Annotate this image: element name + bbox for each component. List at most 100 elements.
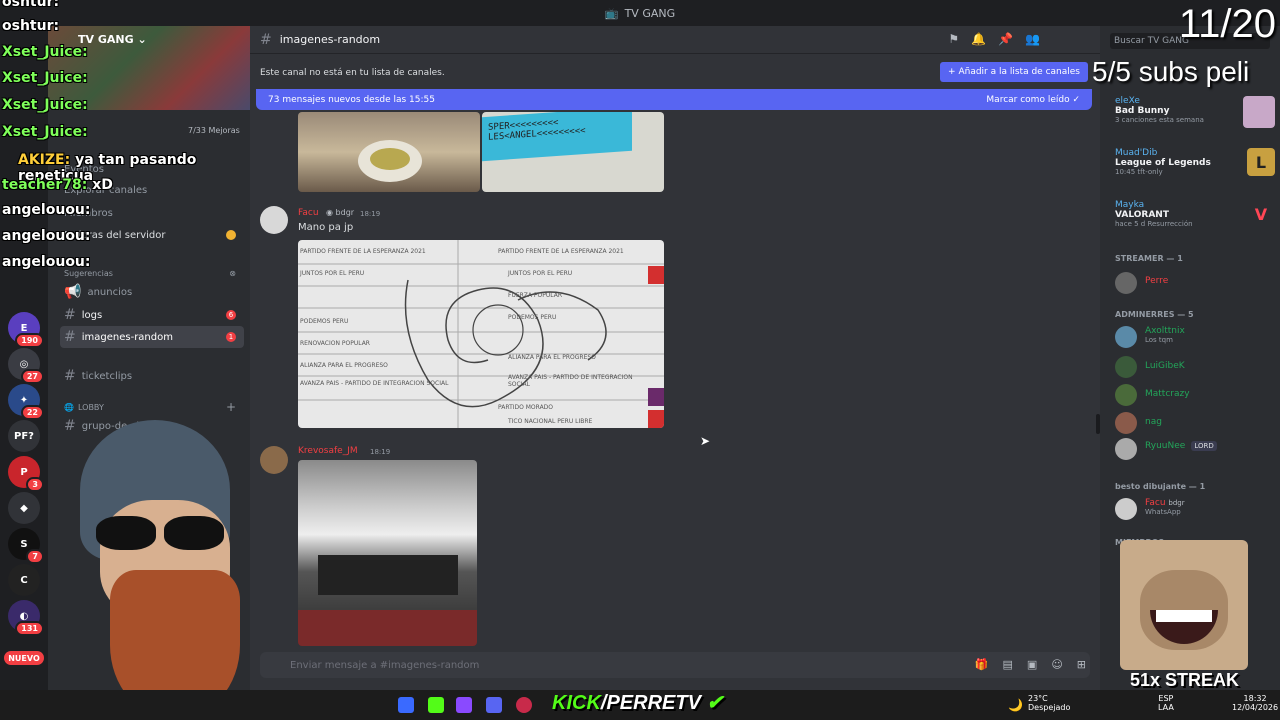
server-icon-8[interactable]: C — [8, 564, 40, 596]
sticker-icon[interactable]: ▣ — [1027, 658, 1037, 671]
sunglasses-image — [96, 516, 156, 550]
message-image[interactable] — [298, 112, 480, 192]
avatar — [1115, 412, 1137, 434]
hash-icon: # — [260, 31, 272, 48]
moon-icon: 🌙 — [1008, 698, 1023, 712]
valorant-icon: V — [1254, 204, 1268, 224]
server-icon-2[interactable]: ◎ 27 — [8, 348, 44, 384]
input-actions: 🎁 ▤ ▣ ☺ ⊞ — [975, 658, 1086, 671]
message-image-id[interactable]: SPER<<<<<<<<< LES<ANGEL<<<<<<<<< — [482, 112, 664, 192]
hash-icon: # — [64, 368, 76, 384]
avatar — [1115, 438, 1137, 460]
add-channel-button[interactable]: + Añadir a la lista de canales — [940, 62, 1088, 82]
server-icon-3[interactable]: ✦ 22 — [8, 384, 44, 420]
message-time: 18:19 — [370, 448, 391, 456]
ballot-image[interactable]: PARTIDO FRENTE DE LA ESPERANZA 2021 JUNT… — [298, 240, 664, 428]
avatar — [1115, 326, 1137, 348]
server-icon-1[interactable]: E 190 — [8, 312, 44, 348]
verified-icon: ✔ — [706, 692, 724, 714]
ballot-drawing — [298, 240, 664, 428]
album-art — [1243, 96, 1275, 128]
member-artist[interactable]: Facu bdgr WhatsApp — [1115, 498, 1275, 520]
league-icon: L — [1247, 148, 1275, 176]
window-title: TV GANG — [624, 6, 676, 20]
chat-line: Xset_Juice: — [2, 97, 88, 113]
user-tag: ◉ bdgr — [326, 208, 355, 217]
chat-line: angelouou: — [2, 202, 91, 218]
server-icon-5[interactable]: P3 — [8, 456, 44, 492]
webcam-overlay — [40, 420, 290, 720]
apps-icon[interactable]: ⊞ — [1077, 658, 1086, 671]
threads-icon[interactable]: ⚑ — [948, 32, 959, 46]
photo-image[interactable] — [298, 460, 477, 646]
server-icon-7[interactable]: S7 — [8, 528, 44, 564]
gift-icon[interactable]: 🎁 — [975, 658, 989, 671]
tv-icon: 📺 — [604, 6, 619, 20]
member-streamer[interactable]: Perre — [1115, 272, 1275, 294]
plus-icon[interactable]: + — [226, 400, 236, 414]
discord-icon[interactable] — [486, 697, 502, 713]
member-activity-1[interactable]: eleXe Bad Bunny 3 canciones esta semana — [1115, 96, 1275, 128]
role-tag: LORD — [1191, 441, 1217, 451]
kick-overlay: KICK/PERRETV ✔ — [552, 692, 724, 714]
server-icon-6[interactable]: ◆ — [8, 492, 40, 524]
message-text: Mano pa jp — [298, 222, 354, 233]
emoji-icon[interactable]: ☺ — [1051, 658, 1062, 671]
photo-floor — [298, 610, 477, 646]
hash-icon: # — [64, 307, 76, 323]
member-admin[interactable]: RyuuNee LORD — [1115, 438, 1275, 460]
avatar — [1115, 272, 1137, 294]
chat-line: angelouou: — [2, 254, 91, 270]
streak-overlay: 51x STREAK — [1130, 670, 1240, 690]
gif-icon[interactable]: ▤ — [1003, 658, 1013, 671]
weather[interactable]: 23°C Despejado — [1028, 694, 1070, 712]
chat-line: oshtur: — [2, 0, 60, 10]
server-icon-pf[interactable]: PF? — [8, 420, 40, 452]
chat-line: Xset_Juice: — [2, 124, 88, 140]
app-icon[interactable] — [428, 697, 444, 713]
header-actions: ⚑ 🔔 📌 👥 — [948, 32, 1040, 46]
goal-counter: 11/20 — [1178, 2, 1276, 46]
message-author[interactable]: Krevosafe_JM — [298, 446, 358, 456]
hash-icon: # — [64, 329, 76, 345]
mark-read-button[interactable]: Marcar como leído ✓ — [986, 95, 1080, 105]
start-icon[interactable] — [398, 697, 414, 713]
member-activity-3[interactable]: Mayka VALORANT hace 5 d Resurrección V — [1115, 200, 1275, 228]
mouse-cursor: ➤ — [700, 434, 711, 448]
channel-logs[interactable]: # logs 6 — [60, 304, 244, 326]
reaction-face-image — [1120, 540, 1248, 670]
app-icon[interactable] — [516, 697, 532, 713]
announcement-icon: 📢 — [64, 284, 82, 300]
chat-area: # imagenes-random ⚑ 🔔 📌 👥 Este canal no … — [250, 26, 1100, 690]
avatar[interactable] — [260, 206, 288, 234]
soup-image — [370, 148, 410, 170]
new-badge: NUEVO — [4, 651, 44, 665]
subs-goal: 5/5 subs peli — [1092, 56, 1250, 87]
chat-line: Xset_Juice: — [2, 70, 88, 86]
admin-header: ADMINERRES — 5 — [1115, 310, 1194, 319]
server-icon-9[interactable]: ◐ 131 — [8, 600, 44, 636]
clock[interactable]: 18:32 12/04/2026 — [1232, 694, 1278, 712]
avatar — [1115, 356, 1137, 378]
photo-building — [318, 555, 458, 595]
pin-icon[interactable]: 📌 — [998, 32, 1013, 46]
globe-icon: 🌐 — [64, 402, 74, 412]
member-admin[interactable]: Axolttnix Los tqm — [1115, 326, 1275, 348]
app-icon[interactable] — [456, 697, 472, 713]
chat-line: teacher78: xD — [2, 177, 113, 193]
member-list-icon[interactable]: 👥 — [1025, 32, 1040, 46]
channel-ticketclips[interactable]: # ticketclips — [60, 365, 244, 387]
channel-imagenes-random[interactable]: # imagenes-random 1 — [60, 326, 244, 348]
stream-chat-overlay: oshtur: oshtur: Xset_Juice: Xset_Juice: … — [0, 0, 250, 280]
member-activity-2[interactable]: Muad'Dib League of Legends 10:45 tft-onl… — [1115, 148, 1275, 176]
chat-line: angelouou: — [2, 228, 91, 244]
message-input[interactable]: Enviar mensaje a #imagenes-random — [260, 652, 1090, 678]
message-author[interactable]: Facu — [298, 208, 319, 218]
new-messages-bar[interactable]: 73 mensajes nuevos desde las 15:55 Marca… — [256, 89, 1092, 110]
member-admin[interactable]: Mattcrazy — [1115, 384, 1275, 406]
member-admin[interactable]: nag — [1115, 412, 1275, 434]
language[interactable]: ESP LAA — [1158, 694, 1174, 712]
bell-icon[interactable]: 🔔 — [971, 32, 986, 46]
channel-anuncios[interactable]: 📢 anuncios — [60, 281, 244, 303]
member-admin[interactable]: LuiGibeK — [1115, 356, 1275, 378]
